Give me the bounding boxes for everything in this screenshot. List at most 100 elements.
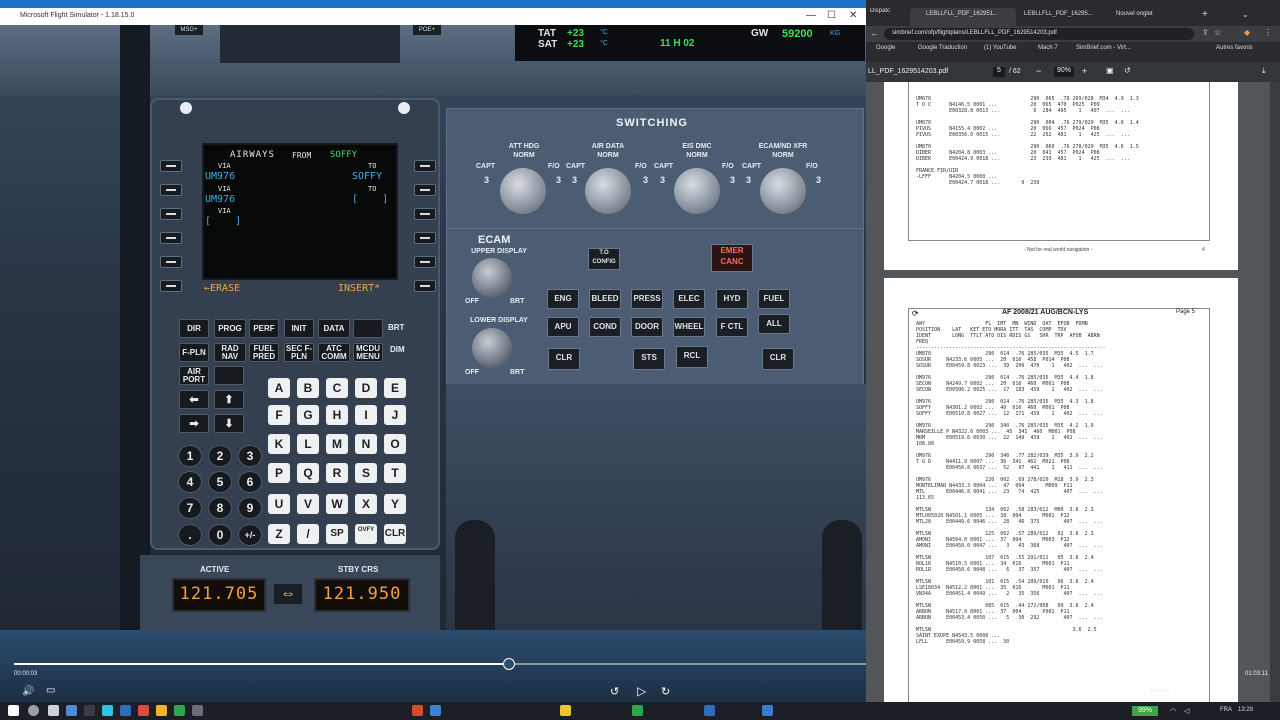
taskbar-app-icon[interactable] — [762, 705, 773, 716]
fuel-button[interactable]: FUEL — [758, 289, 790, 309]
prog-key[interactable]: PROG — [214, 319, 246, 338]
press-button[interactable]: PRESS — [631, 289, 663, 309]
key-o[interactable]: O — [384, 434, 406, 454]
emer-canc-button[interactable]: EMER CANC — [711, 244, 753, 272]
thrust-lever-right[interactable] — [822, 520, 862, 630]
lsk-1r[interactable] — [414, 160, 436, 172]
next-page-arrow-icon[interactable]: ➡ — [179, 414, 209, 433]
key-0[interactable]: 0 — [208, 524, 232, 546]
ecam-nd-xfr-knob[interactable] — [760, 168, 806, 214]
language-indicator[interactable]: FRA — [1220, 707, 1232, 713]
tab-pdf-2[interactable]: LEBLLFLL_PDF_16295... — [1008, 8, 1110, 27]
taskbar-app-icon[interactable] — [632, 705, 643, 716]
key-k[interactable]: K — [268, 434, 290, 454]
zoom-in-icon[interactable]: + — [1082, 66, 1087, 76]
key-1[interactable]: 1 — [178, 445, 202, 467]
share-icon[interactable]: ⇪ — [1202, 28, 1209, 37]
star-icon[interactable]: ☆ — [1214, 28, 1221, 37]
all-button[interactable]: ALL — [758, 314, 790, 334]
volume-icon[interactable]: 🔊 — [22, 686, 34, 697]
cond-button[interactable]: COND — [589, 317, 621, 337]
key-clr[interactable]: CLR — [384, 524, 406, 544]
key-w[interactable]: W — [326, 494, 348, 514]
clr-button-right[interactable]: CLR — [762, 348, 794, 370]
taskbar-app-icon[interactable] — [66, 705, 77, 716]
thrust-lever-left[interactable] — [455, 520, 495, 630]
tab-new[interactable]: Nouvel onglet — [1100, 8, 1196, 27]
key-5[interactable]: 5 — [208, 471, 232, 493]
key-8[interactable]: 8 — [208, 497, 232, 519]
rotate-icon[interactable]: ↺ — [1124, 66, 1131, 75]
hyd-button[interactable]: HYD — [716, 289, 748, 309]
sec-fpln-key[interactable]: SEC F-PLN — [284, 343, 314, 362]
taskbar-app-icon[interactable] — [174, 705, 185, 716]
bookmark-google[interactable]: Google — [876, 45, 895, 51]
lsk-3r[interactable] — [414, 208, 436, 220]
lsk-2l[interactable] — [160, 184, 182, 196]
maximize-icon[interactable]: ☐ — [827, 10, 836, 21]
blank-key-2[interactable] — [214, 366, 244, 385]
tab-pdf-active[interactable]: LEBLLFLL_PDF_162951... — [910, 8, 1016, 27]
speaker-icon[interactable]: ◁ — [1184, 707, 1189, 715]
msg-button[interactable]: MSG+ — [175, 25, 203, 35]
key-z[interactable]: Z — [268, 524, 290, 544]
apu-button[interactable]: APU — [547, 317, 579, 337]
captions-icon[interactable]: ▭ — [46, 685, 55, 696]
lsk-4r[interactable] — [414, 232, 436, 244]
key-r[interactable]: R — [326, 463, 348, 483]
key-q[interactable]: Q — [297, 463, 319, 483]
elec-button[interactable]: ELEC — [673, 289, 705, 309]
zoom-out-icon[interactable]: − — [1036, 66, 1041, 76]
init-key[interactable]: INIT — [284, 319, 314, 338]
dir-key[interactable]: DIR — [179, 319, 209, 338]
extension-icon[interactable]: ◆ — [1244, 28, 1250, 37]
taskbar-clock[interactable]: 13:29 — [1238, 707, 1253, 713]
lsk-5l[interactable] — [160, 256, 182, 268]
key-dot[interactable]: . — [178, 524, 202, 546]
key-7[interactable]: 7 — [178, 497, 202, 519]
key-n[interactable]: N — [355, 434, 377, 454]
door-button[interactable]: DOOR — [631, 317, 663, 337]
play-icon[interactable]: ▷ — [637, 684, 646, 698]
taskbar-app-icon[interactable] — [560, 705, 571, 716]
task-view-icon[interactable] — [48, 705, 59, 716]
eis-dmc-knob[interactable] — [674, 168, 720, 214]
key-l[interactable]: L — [297, 434, 319, 454]
key-f[interactable]: F — [268, 405, 290, 425]
lsk-2r[interactable] — [414, 184, 436, 196]
lsk-6l[interactable] — [160, 280, 182, 292]
taskbar-app-icon[interactable] — [138, 705, 149, 716]
key-a[interactable]: A — [268, 378, 290, 398]
battery-indicator[interactable]: 99% — [1132, 706, 1158, 716]
page-number-input[interactable]: 5 — [993, 67, 1005, 77]
key-s[interactable]: S — [355, 463, 377, 483]
key-4[interactable]: 4 — [178, 471, 202, 493]
bleed-button[interactable]: BLEED — [589, 289, 621, 309]
lower-display-knob[interactable] — [472, 328, 512, 368]
key-y[interactable]: Y — [384, 494, 406, 514]
key-2[interactable]: 2 — [208, 445, 232, 467]
poe-button[interactable]: POE+ — [413, 25, 441, 35]
taskbar-app-icon[interactable] — [704, 705, 715, 716]
f-ctl-button[interactable]: F CTL — [716, 317, 748, 337]
key-c[interactable]: C — [326, 378, 348, 398]
key-v[interactable]: V — [297, 494, 319, 514]
new-tab-icon[interactable]: + — [1202, 9, 1208, 20]
airport-key[interactable]: AIR PORT — [179, 366, 209, 385]
back-icon[interactable]: ← — [870, 28, 879, 38]
key-plus-minus[interactable]: +/- — [238, 524, 262, 546]
lsk-6r[interactable] — [414, 280, 436, 292]
menu-icon[interactable]: ⋮ — [1264, 28, 1272, 37]
tab-dispatch[interactable]: Dispatc — [866, 8, 908, 24]
key-m[interactable]: M — [326, 434, 348, 454]
taskbar-app-icon[interactable] — [120, 705, 131, 716]
lsk-3l[interactable] — [160, 208, 182, 220]
key-j[interactable]: J — [384, 405, 406, 425]
key-t[interactable]: T — [384, 463, 406, 483]
lsk-5r[interactable] — [414, 256, 436, 268]
forward-30-icon[interactable]: ↻ — [661, 685, 670, 698]
taskbar-app-icon[interactable] — [430, 705, 441, 716]
clr-button-left[interactable]: CLR — [548, 348, 580, 370]
data-key[interactable]: DATA — [318, 319, 350, 338]
key-d[interactable]: D — [355, 378, 377, 398]
